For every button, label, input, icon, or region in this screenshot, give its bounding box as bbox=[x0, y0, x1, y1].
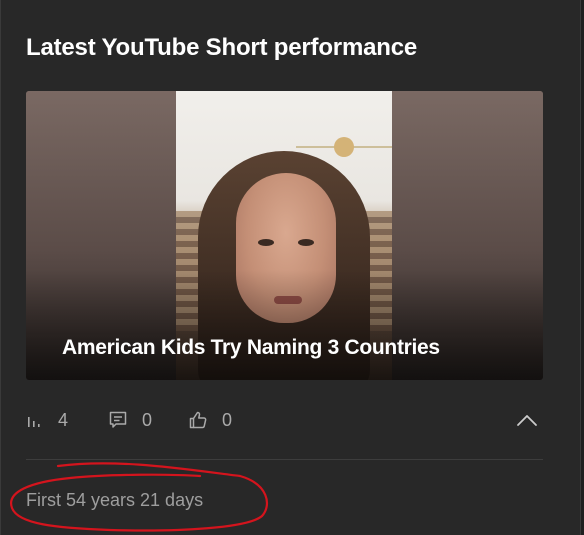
person-eye-left bbox=[258, 239, 274, 246]
likes-stat: 0 bbox=[188, 404, 232, 436]
time-period-label: First 54 years 21 days bbox=[26, 490, 204, 510]
card-title: Latest YouTube Short performance bbox=[26, 34, 417, 61]
chevron-up-icon bbox=[516, 415, 538, 434]
likes-count: 0 bbox=[222, 409, 233, 430]
divider bbox=[26, 459, 543, 460]
wall-clock bbox=[334, 137, 354, 157]
views-count: 4 bbox=[58, 409, 69, 430]
comments-count: 0 bbox=[142, 409, 153, 430]
collapse-button[interactable] bbox=[516, 410, 538, 430]
short-performance-card: Latest YouTube Short performance America… bbox=[0, 0, 581, 535]
stats-row: 4 0 0 bbox=[26, 404, 543, 436]
short-thumbnail[interactable]: American Kids Try Naming 3 Countries bbox=[26, 91, 543, 380]
bar-chart-icon bbox=[26, 411, 44, 429]
views-stat: 4 bbox=[26, 404, 68, 436]
person-eye-right bbox=[298, 239, 314, 246]
comments-stat: 0 bbox=[108, 404, 152, 436]
thumbnail-shade bbox=[26, 270, 543, 380]
thumbs-up-icon bbox=[188, 410, 208, 430]
short-title: American Kids Try Naming 3 Countries bbox=[62, 336, 440, 359]
comment-icon bbox=[108, 410, 128, 430]
